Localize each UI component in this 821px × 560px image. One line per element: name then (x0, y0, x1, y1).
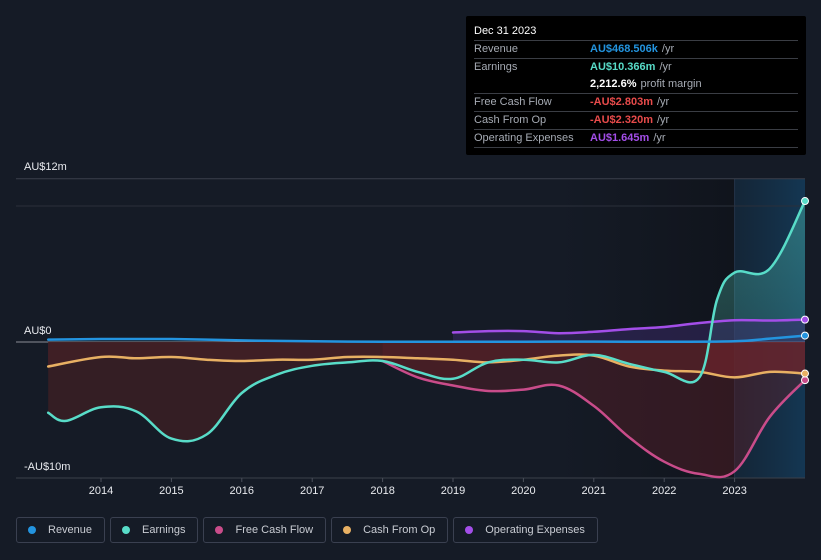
x-tick-label: 2015 (159, 485, 183, 497)
tooltip-value: AU$10.366m (590, 61, 656, 73)
earnings-dot-icon (122, 526, 131, 534)
tooltip-label: Earnings (474, 61, 518, 73)
revenue-end-point (801, 331, 809, 340)
legend-label: Free Cash Flow (235, 524, 314, 536)
legend-item-operating-expenses[interactable]: Operating Expenses (453, 517, 598, 543)
tooltip-unit: profit margin (640, 78, 702, 90)
tooltip-value: -AU$2.803m (590, 96, 653, 108)
tooltip-row-profit-margin: 2,212.6% profit margin (474, 76, 798, 94)
tooltip-label: Revenue (474, 43, 519, 55)
tooltip-date: Dec 31 2023 (474, 23, 798, 41)
legend-item-earnings[interactable]: Earnings (110, 517, 199, 543)
x-tick-label: 2023 (722, 485, 746, 497)
tooltip-unit: /yr (653, 132, 666, 144)
cash-from-op-dot-icon (343, 526, 352, 534)
operating-expenses-end-point (801, 315, 809, 324)
operating-expenses-dot-icon (465, 526, 474, 534)
tooltip-unit: /yr (656, 114, 670, 126)
x-tick-label: 2022 (652, 485, 676, 497)
tooltip-value: -AU$2.320m (590, 114, 653, 126)
x-tick-label: 2019 (441, 485, 465, 497)
tooltip-unit: /yr (661, 43, 675, 55)
legend-label: Revenue (48, 524, 93, 536)
legend-label: Earnings (142, 524, 186, 536)
tooltip-label (474, 76, 590, 93)
cash-from-op-end-point (801, 369, 809, 378)
tooltip-label: Operating Expenses (474, 132, 574, 144)
tooltip-row-operating-expenses: Operating Expenses AU$1.645m /yr (474, 130, 798, 148)
tooltip-label: Free Cash Flow (474, 96, 552, 108)
x-tick-label: 2021 (582, 485, 606, 497)
tooltip-row-cash-from-op: Cash From Op -AU$2.320m /yr (474, 112, 798, 130)
tooltip: Dec 31 2023 Revenue AU$468.506k /yr Earn… (466, 16, 806, 155)
tooltip-value: AU$468.506k (590, 43, 658, 55)
tooltip-value: 2,212.6% (590, 78, 637, 90)
y-tick-label-zero: AU$0 (24, 325, 52, 337)
legend-label: Cash From Op (363, 524, 436, 536)
legend-item-cash-from-op[interactable]: Cash From Op (331, 517, 449, 543)
tooltip-value: AU$1.645m (590, 132, 650, 144)
tooltip-row-earnings: Earnings AU$10.366m /yr (474, 59, 798, 76)
y-tick-label-top: AU$12m (24, 161, 67, 173)
legend-item-revenue[interactable]: Revenue (16, 517, 106, 543)
x-tick-label: 2017 (300, 485, 324, 497)
legend-item-free-cash-flow[interactable]: Free Cash Flow (203, 517, 327, 543)
legend: Revenue Earnings Free Cash Flow Cash Fro… (16, 517, 598, 543)
x-tick-label: 2016 (230, 485, 254, 497)
legend-label: Operating Expenses (485, 524, 585, 536)
tooltip-unit: /yr (656, 96, 670, 108)
revenue-dot-icon (28, 526, 36, 534)
x-tick-label: 2014 (89, 485, 113, 497)
tooltip-row-revenue: Revenue AU$468.506k /yr (474, 41, 798, 59)
tooltip-label: Cash From Op (474, 114, 547, 126)
earnings-end-point (801, 197, 809, 206)
x-tick-label: 2018 (370, 485, 394, 497)
tooltip-row-free-cash-flow: Free Cash Flow -AU$2.803m /yr (474, 94, 798, 112)
free-cash-flow-dot-icon (215, 526, 224, 534)
tooltip-unit: /yr (659, 61, 672, 73)
free-cash-flow-end-point (801, 376, 809, 385)
x-tick-label: 2020 (511, 485, 535, 497)
y-tick-label-bottom: -AU$10m (24, 461, 70, 473)
